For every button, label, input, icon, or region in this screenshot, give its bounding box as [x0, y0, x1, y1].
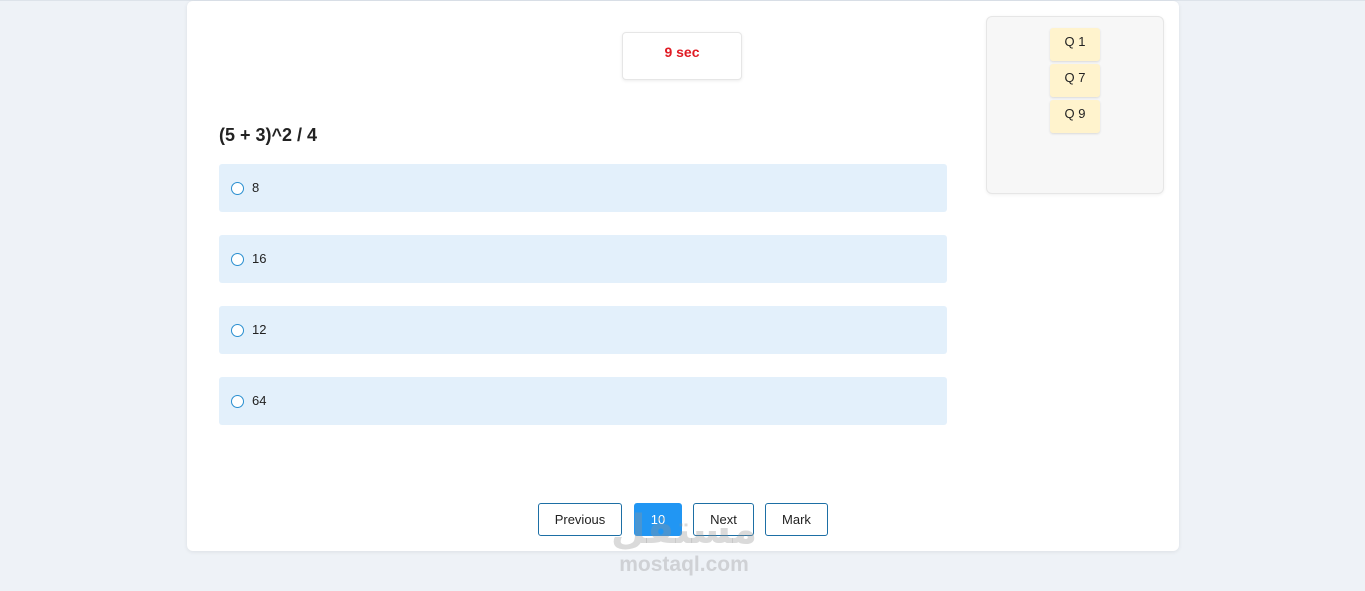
- watermark-text: mostaql.com: [619, 553, 749, 576]
- mark-button[interactable]: Mark: [765, 503, 828, 536]
- radio-button-icon[interactable]: [231, 182, 244, 195]
- previous-button[interactable]: Previous: [538, 503, 622, 536]
- timer-text: 9 sec: [664, 44, 700, 60]
- timer-box: 9 sec: [622, 32, 742, 80]
- marked-question-chip[interactable]: Q 9: [1050, 100, 1100, 133]
- radio-button-icon[interactable]: [231, 324, 244, 337]
- answer-option[interactable]: 64: [219, 377, 947, 425]
- answer-option-label: 64: [252, 393, 267, 408]
- answer-option[interactable]: 16: [219, 235, 947, 283]
- question-text: (5 + 3)^2 / 4: [219, 125, 318, 145]
- marked-question-chip[interactable]: Q 7: [1050, 64, 1100, 97]
- answer-option-label: 12: [252, 322, 267, 337]
- quiz-card: 9 sec (5 + 3)^2 / 4 8 16 12 64 Previous …: [187, 1, 1179, 551]
- answer-option-label: 16: [252, 251, 267, 266]
- answer-option-label: 8: [252, 180, 260, 195]
- current-page-button[interactable]: 10: [634, 503, 682, 536]
- next-button[interactable]: Next: [693, 503, 754, 536]
- answer-option[interactable]: 8: [219, 164, 947, 212]
- radio-button-icon[interactable]: [231, 253, 244, 266]
- marked-questions-panel: Q 1 Q 7 Q 9: [986, 16, 1164, 194]
- radio-button-icon[interactable]: [231, 395, 244, 408]
- answer-option[interactable]: 12: [219, 306, 947, 354]
- marked-question-chip[interactable]: Q 1: [1050, 28, 1100, 61]
